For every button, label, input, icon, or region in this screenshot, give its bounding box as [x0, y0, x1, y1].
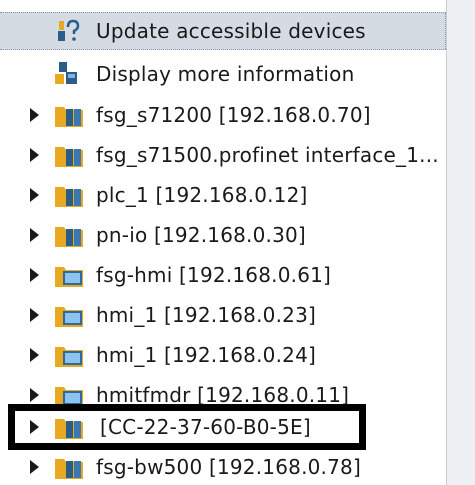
plc-device-icon — [55, 107, 83, 127]
plc-device-icon — [55, 419, 83, 439]
expand-arrow-icon[interactable] — [30, 420, 39, 434]
plc-device-icon — [55, 227, 83, 247]
display-info-icon — [55, 62, 77, 84]
plc-device-icon — [55, 147, 83, 167]
expand-arrow-icon[interactable] — [30, 188, 39, 202]
device-label: pn-io [192.168.0.30] — [96, 223, 306, 247]
device-item[interactable]: pn-io [192.168.0.30] — [0, 216, 446, 254]
device-label: fsg-bw500 [192.168.0.78] — [96, 455, 361, 479]
plc-device-icon — [55, 187, 83, 207]
device-label: [CC-22-37-60-B0-5E] — [100, 415, 311, 439]
expand-arrow-icon[interactable] — [30, 348, 39, 362]
right-side-panel — [446, 0, 475, 485]
device-item[interactable]: fsg_s71500.profinet interface_1... — [0, 136, 446, 174]
device-label: hmitfmdr [192.168.0.11] — [96, 383, 350, 407]
device-item[interactable]: plc_1 [192.168.0.12] — [0, 176, 446, 214]
expand-arrow-icon[interactable] — [30, 308, 39, 322]
device-label: hmi_1 [192.168.0.23] — [96, 303, 316, 327]
expand-arrow-icon[interactable] — [30, 388, 39, 402]
device-item[interactable]: fsg-bw500 [192.168.0.78] — [0, 448, 446, 485]
project-tree: Update accessible devices Display more i… — [0, 0, 448, 485]
expand-arrow-icon[interactable] — [30, 268, 39, 282]
accessible-devices-panel: Update accessible devices Display more i… — [0, 0, 475, 485]
device-label: fsg-hmi [192.168.0.61] — [96, 263, 332, 287]
device-item[interactable]: fsg_s71200 [192.168.0.70] — [0, 96, 446, 134]
device-label: fsg_s71500.profinet interface_1... — [96, 143, 439, 167]
hmi-device-icon — [55, 347, 83, 367]
hmi-device-icon — [55, 267, 83, 287]
device-item[interactable]: [CC-22-37-60-B0-5E] — [0, 408, 446, 446]
device-label: fsg_s71200 [192.168.0.70] — [96, 103, 371, 127]
expand-arrow-icon[interactable] — [30, 228, 39, 242]
expand-arrow-icon[interactable] — [30, 148, 39, 162]
hmi-device-icon — [55, 307, 83, 327]
expand-arrow-icon[interactable] — [30, 108, 39, 122]
update-accessible-devices-label: Update accessible devices — [96, 19, 366, 43]
device-item[interactable]: hmi_1 [192.168.0.23] — [0, 296, 446, 334]
plc-device-icon — [55, 459, 83, 479]
device-label: hmi_1 [192.168.0.24] — [96, 343, 316, 367]
update-devices-icon — [58, 19, 80, 41]
device-item[interactable]: hmi_1 [192.168.0.24] — [0, 336, 446, 374]
expand-arrow-icon[interactable] — [30, 460, 39, 474]
display-more-information-label: Display more information — [96, 62, 355, 86]
hmi-device-icon — [55, 387, 83, 407]
device-label: plc_1 [192.168.0.12] — [96, 183, 308, 207]
device-item[interactable]: fsg-hmi [192.168.0.61] — [0, 256, 446, 294]
display-more-information-item[interactable]: Display more information — [0, 55, 446, 93]
update-accessible-devices-item[interactable]: Update accessible devices — [0, 12, 446, 50]
